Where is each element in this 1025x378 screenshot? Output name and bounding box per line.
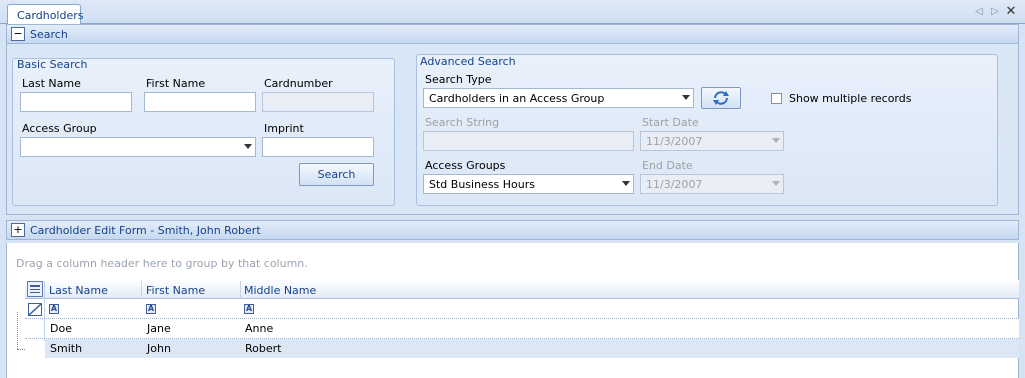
first-name-field[interactable] [144, 92, 256, 112]
access-group-label: Access Group [22, 122, 97, 135]
chevron-down-icon [622, 181, 630, 186]
cell-first-name: Jane [147, 322, 171, 335]
tab-strip [0, 0, 1025, 24]
search-type-select[interactable]: Cardholders in an Access Group [423, 88, 694, 108]
filter-clear-icon[interactable] [28, 303, 42, 316]
search-button[interactable]: Search [299, 163, 374, 186]
cardnumber-label: Cardnumber [264, 77, 333, 90]
advanced-search-legend: Advanced Search [420, 55, 516, 68]
refresh-icon [713, 91, 729, 105]
chevron-down-icon [682, 95, 690, 100]
chevron-down-icon [772, 138, 780, 143]
chevron-down-icon [244, 144, 252, 149]
start-date-picker[interactable]: 11/3/2007 [640, 131, 784, 151]
search-type-label: Search Type [425, 73, 492, 86]
cardnumber-field[interactable] [262, 92, 374, 112]
search-string-label: Search String [425, 116, 500, 129]
start-date-label: Start Date [642, 116, 699, 129]
basic-search-legend: Basic Search [17, 58, 88, 71]
filter-last-name-icon[interactable]: A [49, 304, 59, 314]
refresh-button[interactable] [701, 87, 741, 109]
cell-middle-name: Anne [245, 322, 274, 335]
cell-last-name: Smith [50, 342, 83, 355]
column-header-first-name[interactable]: First Name [146, 284, 205, 297]
cell-middle-name: Robert [245, 342, 282, 355]
search-string-field[interactable] [423, 131, 634, 151]
chevron-down-icon [772, 181, 780, 186]
imprint-label: Imprint [264, 122, 304, 135]
column-chooser-icon[interactable] [27, 281, 43, 297]
expand-edit-form-button[interactable]: + [11, 223, 25, 237]
table-row-selected[interactable] [45, 339, 1019, 358]
search-header-label: Search [30, 28, 68, 41]
access-groups-select[interactable]: Std Business Hours [423, 174, 634, 194]
group-by-hint: Drag a column header here to group by th… [16, 257, 308, 270]
column-header-last-name[interactable]: Last Name [49, 284, 108, 297]
filter-middle-name-icon[interactable]: A [244, 304, 254, 314]
end-date-label: End Date [642, 159, 693, 172]
scroll-left-icon[interactable]: ◁ [972, 5, 986, 19]
table-row[interactable] [45, 319, 1019, 338]
column-header-middle-name[interactable]: Middle Name [244, 284, 316, 297]
end-date-picker[interactable]: 11/3/2007 [640, 174, 784, 194]
first-name-label: First Name [146, 77, 206, 90]
imprint-field[interactable] [262, 137, 374, 157]
close-icon[interactable]: ✕ [1004, 5, 1018, 19]
tab-cardholders[interactable]: Cardholders [7, 4, 84, 25]
access-groups-label: Access Groups [425, 159, 506, 172]
show-multiple-label: Show multiple records [789, 92, 912, 105]
last-name-field[interactable] [20, 92, 132, 112]
last-name-label: Last Name [22, 77, 81, 90]
edit-form-header: + Cardholder Edit Form - Smith, John Rob… [6, 220, 1019, 240]
cell-first-name: John [147, 342, 171, 355]
access-group-select[interactable] [20, 137, 256, 157]
show-multiple-checkbox[interactable] [771, 93, 782, 104]
cell-last-name: Doe [50, 322, 72, 335]
edit-form-header-label: Cardholder Edit Form - Smith, John Rober… [30, 224, 261, 237]
collapse-search-button[interactable]: − [11, 27, 25, 41]
search-group-header: − Search [6, 24, 1019, 44]
filter-first-name-icon[interactable]: A [146, 304, 156, 314]
scroll-right-icon[interactable]: ▷ [988, 5, 1002, 19]
